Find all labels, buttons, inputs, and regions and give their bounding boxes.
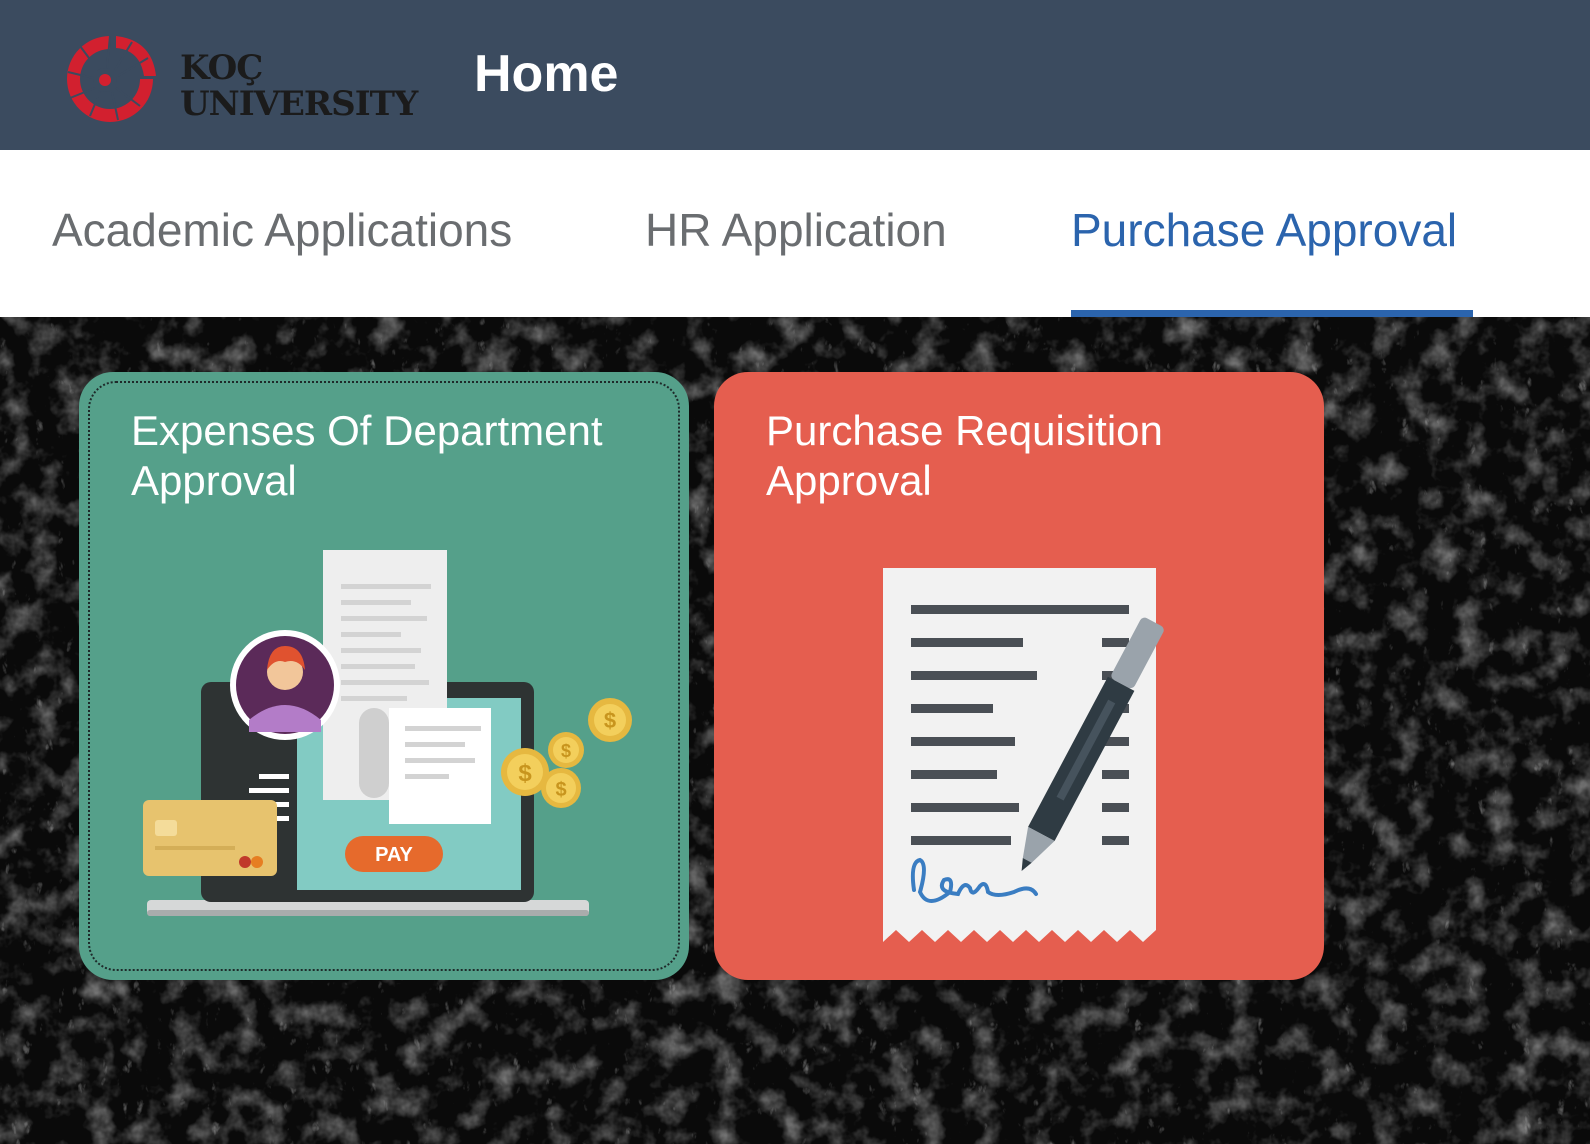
svg-text:$: $ xyxy=(518,760,532,787)
tab-hr-application[interactable]: HR Application xyxy=(645,200,947,260)
tile-expenses-of-department-approval[interactable]: Expenses Of Department Approval PAY $ $ … xyxy=(79,372,689,980)
logo-wordmark: KOÇ UNIVERSITY xyxy=(180,48,418,124)
active-tab-indicator xyxy=(1071,310,1473,317)
svg-text:$: $ xyxy=(604,708,616,733)
koc-university-logo[interactable]: KOÇ UNIVERSITY xyxy=(60,32,418,127)
receipt-signature-illustration-icon xyxy=(883,568,1164,942)
tile-purchase-requisition-approval[interactable]: Purchase Requisition Approval xyxy=(714,372,1324,980)
svg-text:$: $ xyxy=(561,741,571,761)
shell-header: KOÇ UNIVERSITY Home xyxy=(0,0,1590,150)
logo-line-2: UNIVERSITY xyxy=(180,84,418,124)
logo-line-1: KOÇ xyxy=(180,48,263,88)
koc-logo-mark-icon xyxy=(67,35,156,122)
tab-bar: Academic Applications HR Application Pur… xyxy=(0,150,1590,317)
pay-button-label: PAY xyxy=(375,844,413,866)
svg-text:$: $ xyxy=(555,779,566,801)
tab-purchase-approval[interactable]: Purchase Approval xyxy=(1071,200,1457,260)
page-title: Home xyxy=(474,45,619,103)
tab-academic-applications[interactable]: Academic Applications xyxy=(52,200,512,260)
laptop-payment-illustration-icon: PAY $ $ $ $ xyxy=(143,550,632,916)
